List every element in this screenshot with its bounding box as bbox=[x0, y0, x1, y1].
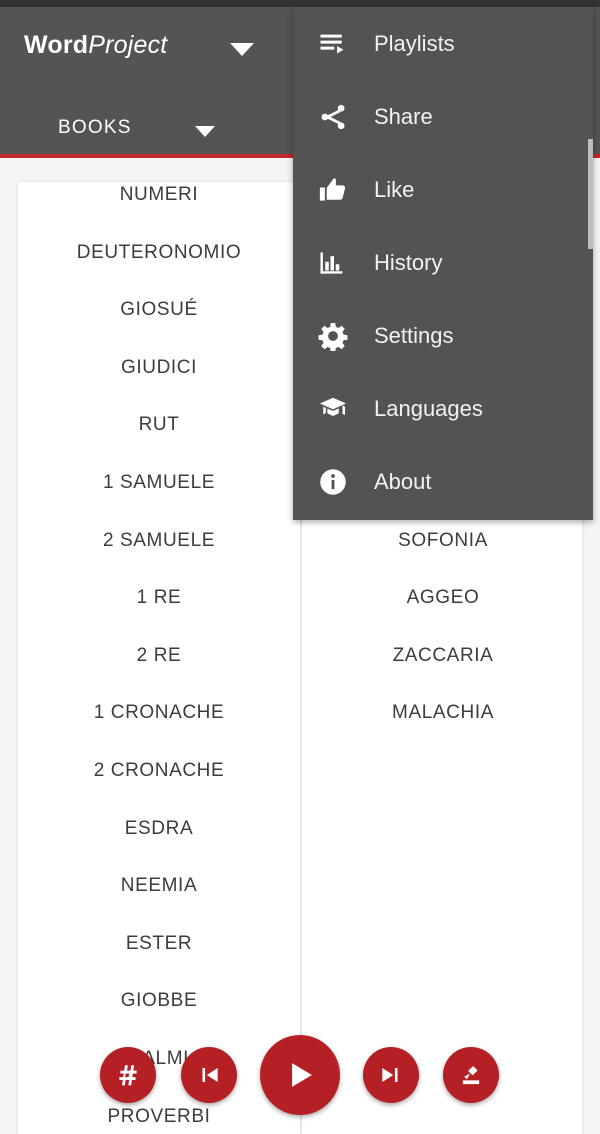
overflow-menu[interactable]: Playlists Share Like History Settings Languag… bbox=[293, 7, 593, 520]
menu-item-label: Share bbox=[374, 103, 433, 129]
tab-books[interactable]: BOOKS bbox=[58, 117, 132, 139]
share-icon bbox=[318, 100, 360, 134]
book-item[interactable]: GIUDICI bbox=[18, 339, 300, 397]
book-item[interactable]: RUT bbox=[18, 396, 300, 454]
bar-chart-icon bbox=[320, 251, 343, 274]
chevron-down-icon[interactable] bbox=[195, 126, 215, 137]
gear-icon bbox=[318, 322, 348, 351]
menu-item-share[interactable]: Share bbox=[293, 80, 593, 153]
book-item[interactable]: 1 SAMUELE bbox=[18, 454, 300, 512]
info-icon bbox=[318, 465, 360, 499]
graduation-cap-icon bbox=[319, 397, 347, 416]
share-icon bbox=[321, 104, 345, 129]
menu-item-like[interactable]: Like bbox=[293, 153, 593, 226]
app-title[interactable]: WordProject bbox=[24, 31, 167, 60]
book-item[interactable]: MALACHIA bbox=[302, 684, 584, 742]
bar-chart-icon bbox=[318, 246, 360, 280]
book-item[interactable]: GIOBBE bbox=[18, 972, 300, 1030]
playlist-icon bbox=[320, 34, 344, 53]
exit-arrow-icon bbox=[462, 1066, 480, 1085]
thumbs-up-icon bbox=[319, 177, 346, 201]
book-item[interactable]: AGGEO bbox=[302, 569, 584, 627]
book-item[interactable]: 2 RE bbox=[18, 627, 300, 685]
book-list-left[interactable]: NUMERI DEUTERONOMIO GIOSUÉ GIUDICI RUT 1 SAMU… bbox=[18, 158, 300, 1134]
book-item[interactable]: 1 RE bbox=[18, 569, 300, 627]
caret-down-icon[interactable] bbox=[230, 43, 254, 56]
app-root: WordProject BOOKS NUMERI DEUTERONOMIO GIOS… bbox=[0, 0, 600, 1134]
skip-previous-icon bbox=[202, 1067, 218, 1083]
menu-item-label: Languages bbox=[374, 395, 483, 421]
gear-icon bbox=[318, 319, 360, 353]
menu-item-playlists[interactable]: Playlists bbox=[293, 7, 593, 80]
previous-button[interactable] bbox=[181, 1047, 237, 1103]
menu-item-history[interactable]: History bbox=[293, 226, 593, 299]
menu-item-settings[interactable]: Settings bbox=[293, 299, 593, 372]
play-icon bbox=[292, 1063, 312, 1087]
book-item[interactable]: GIOSUÉ bbox=[18, 281, 300, 339]
book-item[interactable]: 2 SAMUELE bbox=[18, 512, 300, 570]
menu-item-label: Playlists bbox=[374, 30, 455, 56]
chapter-number-button[interactable] bbox=[100, 1047, 156, 1103]
app-title-project: Project bbox=[88, 31, 168, 59]
playlist-icon bbox=[318, 27, 360, 61]
book-item[interactable]: ESDRA bbox=[18, 800, 300, 858]
book-item[interactable]: ESTER bbox=[18, 915, 300, 973]
menu-item-label: About bbox=[374, 468, 432, 494]
book-item[interactable]: 2 CRONACHE bbox=[18, 742, 300, 800]
skip-next-icon bbox=[382, 1067, 398, 1083]
book-item[interactable]: ZACCARIA bbox=[302, 627, 584, 685]
book-item[interactable]: 1 CRONACHE bbox=[18, 684, 300, 742]
book-item[interactable]: PROVERBI bbox=[18, 1088, 300, 1134]
menu-item-languages[interactable]: Languages bbox=[293, 372, 593, 445]
tab-bar: BOOKS bbox=[0, 107, 293, 157]
menu-item-label: Like bbox=[374, 176, 415, 202]
book-item[interactable]: DEUTERONOMIO bbox=[18, 224, 300, 282]
menu-item-label: History bbox=[374, 249, 443, 275]
menu-item-about[interactable]: About bbox=[293, 445, 593, 518]
book-item[interactable]: NUMERI bbox=[18, 166, 300, 224]
hash-icon bbox=[119, 1065, 137, 1086]
info-icon bbox=[320, 468, 346, 495]
graduation-cap-icon bbox=[318, 392, 360, 426]
exit-button[interactable] bbox=[443, 1047, 499, 1103]
menu-item-label: Settings bbox=[374, 322, 454, 348]
book-item[interactable]: SALMI bbox=[18, 1030, 300, 1088]
thumbs-up-icon bbox=[318, 173, 360, 207]
app-title-word: Word bbox=[24, 31, 89, 59]
next-button[interactable] bbox=[363, 1047, 419, 1103]
book-item[interactable]: NEEMIA bbox=[18, 857, 300, 915]
book-item[interactable]: SOFONIA bbox=[302, 512, 584, 570]
play-button[interactable] bbox=[260, 1035, 340, 1115]
